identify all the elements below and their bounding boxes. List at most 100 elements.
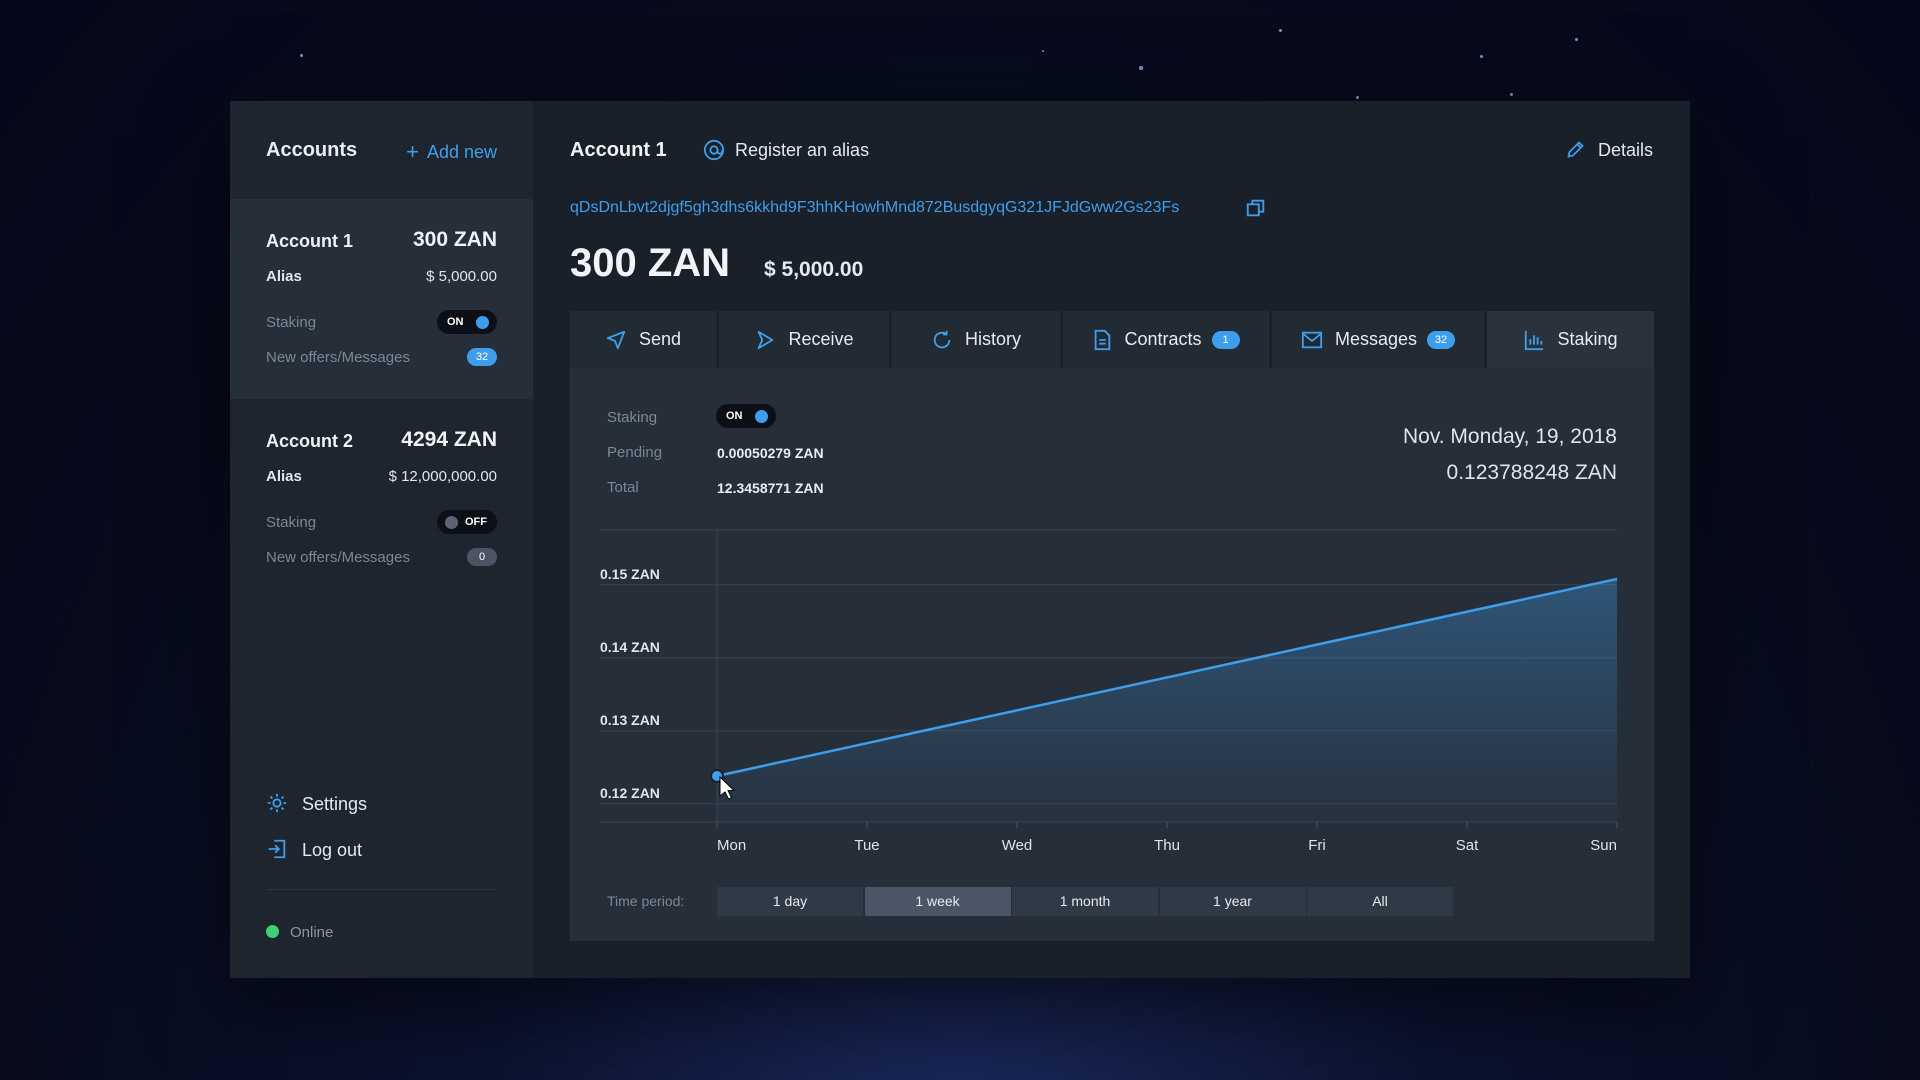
x-tick-label: Sun (1590, 837, 1617, 854)
staking-label: Staking (266, 514, 317, 531)
tab-send[interactable]: Send (570, 311, 716, 368)
staking-chart[interactable]: 0.12 ZAN 0.13 ZAN 0.14 ZAN 0.15 ZAN Mon Tue We… (570, 368, 1654, 868)
account-card-2[interactable]: Account 2 4294 ZAN Alias $ 12,000,000.00… (230, 399, 533, 599)
history-icon (933, 330, 951, 348)
logout-link[interactable]: Log out (266, 838, 362, 865)
wallet-address[interactable]: qDsDnLbvt2djgf5gh3dhs6kkhd9F3hhKHowhMnd8… (570, 199, 1179, 217)
account-usd: $ 5,000.00 (426, 268, 497, 285)
logout-icon (266, 838, 290, 865)
tab-receive[interactable]: Receive (719, 311, 889, 368)
account-card-1[interactable]: Account 1 300 ZAN Alias $ 5,000.00 Staki… (230, 199, 533, 399)
time-period-label: Time period: (607, 893, 685, 909)
logout-label: Log out (302, 840, 363, 860)
accounts-sidebar: Accounts + Add new Account 1 300 ZAN Alia… (230, 101, 533, 978)
tab-label: Send (638, 329, 682, 349)
details-label: Details (1597, 140, 1653, 160)
status-label: Online (290, 924, 334, 941)
toggle-state: ON (447, 316, 464, 328)
toggle-knob (445, 516, 458, 529)
offers-label: New offers/Messages (266, 349, 410, 366)
details-button[interactable]: Details (1565, 139, 1653, 161)
gear-icon (266, 792, 290, 819)
background-star (1042, 50, 1044, 52)
account-balance-large: 300 ZAN (570, 241, 731, 285)
offers-count-badge: 0 (467, 548, 497, 566)
messages-badge: 32 (1427, 330, 1456, 349)
staking-toggle[interactable]: ON (437, 310, 497, 334)
settings-link[interactable]: Settings (266, 792, 367, 819)
wallet-window: Accounts + Add new Account 1 300 ZAN Alia… (230, 101, 1690, 978)
sidebar-divider (266, 889, 497, 890)
background-star (1279, 29, 1282, 32)
plus-icon: + (406, 139, 419, 164)
tab-label: Messages (1334, 329, 1418, 349)
contracts-icon (1095, 329, 1111, 350)
tab-contracts[interactable]: Contracts 1 (1063, 311, 1269, 368)
account-usd: $ 12,000,000.00 (388, 468, 497, 485)
background-star (1575, 38, 1578, 41)
tab-label: Staking (1557, 329, 1618, 349)
period-option[interactable]: 1 month (1012, 887, 1158, 916)
sidebar-header: Accounts + Add new (266, 139, 497, 165)
x-tick-label: Tue (854, 837, 879, 854)
x-tick-label: Thu (1154, 837, 1180, 854)
receive-icon (758, 330, 774, 349)
register-alias-button[interactable]: Register an alias (703, 139, 869, 161)
staking-label: Staking (266, 314, 317, 331)
period-option[interactable]: All (1307, 887, 1453, 916)
messages-icon (1301, 331, 1323, 348)
y-tick-label: 0.13 ZAN (600, 712, 660, 728)
background-star (300, 54, 303, 57)
toggle-state: OFF (465, 516, 487, 528)
contracts-badge: 1 (1211, 330, 1240, 349)
staking-toggle[interactable]: OFF (437, 510, 497, 534)
account-balance: 300 ZAN (412, 228, 497, 251)
accounts-title: Accounts (266, 139, 358, 161)
tab-history[interactable]: History (892, 311, 1060, 368)
background-star (1480, 55, 1483, 58)
send-icon (606, 330, 626, 349)
offers-label: New offers/Messages (266, 549, 410, 566)
chart-area-fill (717, 578, 1617, 822)
background-star (1139, 66, 1143, 70)
tab-staking[interactable]: Staking (1487, 311, 1654, 368)
at-sign-icon (703, 139, 725, 161)
background-star (1356, 96, 1359, 99)
y-tick-label: 0.12 ZAN (600, 785, 660, 801)
add-new-label: Add new (426, 142, 497, 162)
pencil-icon (1567, 141, 1584, 158)
connection-status: Online (266, 924, 333, 941)
staking-icon (1525, 330, 1544, 350)
x-tick-label: Sat (1456, 837, 1479, 854)
tab-messages[interactable]: Messages 32 (1272, 311, 1484, 368)
account-name: Account 1 (266, 231, 354, 251)
x-tick-label: Wed (1002, 837, 1033, 854)
toggle-knob (476, 316, 489, 329)
y-tick-label: 0.15 ZAN (600, 566, 660, 582)
account-name: Account 2 (266, 431, 354, 451)
period-option[interactable]: 1 day (717, 887, 863, 916)
x-tick-label: Mon (717, 837, 746, 854)
account-title: Account 1 (570, 139, 667, 161)
account-balance: 4294 ZAN (401, 428, 497, 451)
x-tick-label: Fri (1308, 837, 1326, 854)
tab-label: Receive (788, 329, 854, 349)
account-tabs: Send Receive History Contracts 1 Messages… (570, 311, 1654, 368)
period-option[interactable]: 1 year (1159, 887, 1306, 916)
tab-label: History (964, 329, 1021, 349)
y-tick-label: 0.14 ZAN (600, 639, 660, 655)
offers-count-badge: 32 (467, 348, 497, 366)
tab-label: Contracts (1124, 329, 1202, 349)
background-star (1510, 93, 1513, 96)
staking-panel: Staking ON Pending 0.00050279 ZAN Total … (570, 368, 1654, 941)
add-new-button[interactable]: + Add new (406, 139, 497, 165)
settings-label: Settings (302, 794, 368, 814)
online-dot-icon (266, 925, 279, 938)
period-option[interactable]: 1 week (864, 887, 1011, 916)
account-balance-usd: $ 5,000.00 (764, 258, 864, 281)
account-alias-label: Alias (266, 268, 302, 285)
copy-icon[interactable] (1245, 197, 1267, 219)
account-main: Account 1 Register an alias Details qDsD… (533, 101, 1690, 978)
account-alias-label: Alias (266, 468, 302, 485)
register-alias-label: Register an alias (735, 140, 870, 160)
